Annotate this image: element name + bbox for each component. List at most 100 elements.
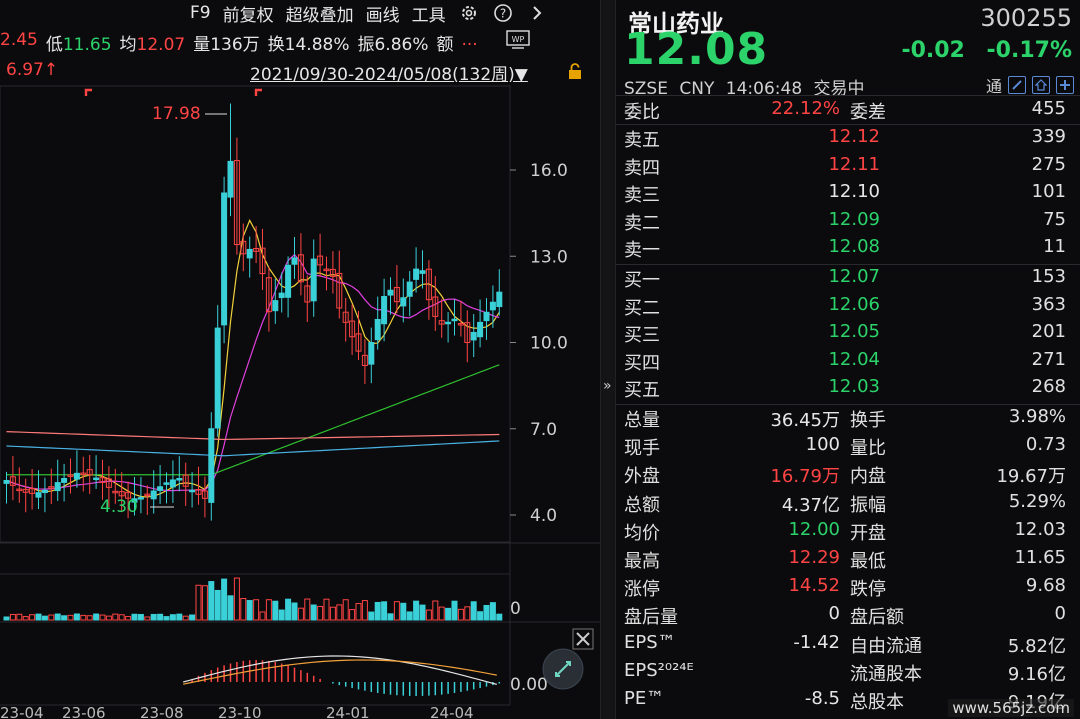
collapse-icon[interactable]: » (603, 378, 612, 394)
volume-bar (272, 600, 279, 621)
volume-bar (445, 607, 452, 621)
edit-icon[interactable] (1008, 76, 1026, 94)
sell-price: 12.09 (828, 208, 880, 230)
volume-bar (169, 614, 176, 621)
candle-body (169, 479, 176, 488)
sell-volume: 275 (1031, 153, 1066, 175)
panel-divider[interactable]: » (600, 0, 616, 719)
volume-bar (413, 600, 420, 621)
volume-bar (259, 611, 266, 621)
expand-icon[interactable] (542, 648, 584, 694)
buy-row[interactable]: 买一 12.07 153 (616, 266, 1080, 293)
buy-row[interactable]: 买四 12.04 271 (616, 349, 1080, 376)
stat-label: EPS™ (624, 631, 676, 653)
stat-value: 0 (1054, 603, 1066, 625)
volume-bar (253, 599, 260, 621)
tong-label[interactable]: 通 (986, 73, 1002, 97)
candle-body (93, 477, 100, 481)
stat-value: 9.16亿 (1007, 663, 1066, 685)
stat-value: 11.65 (1014, 547, 1066, 568)
stat-row: EPS™ -1.42 自由流通 5.82亿 (616, 632, 1080, 659)
stat-value: 19.67万 (996, 466, 1066, 488)
low-annotation: 4.30 (100, 497, 138, 517)
candle-body (477, 321, 484, 338)
commission-ratio-value: 22.12% (771, 98, 840, 119)
y-tick-label: 10.0 (530, 334, 568, 354)
add-icon[interactable] (1056, 76, 1074, 94)
candle-body (400, 297, 407, 307)
sell-row[interactable]: 卖三 12.10 101 (616, 181, 1080, 208)
stat-value: 9.68 (1025, 575, 1066, 597)
panel-icons: 通 (986, 73, 1074, 97)
volume-bar (387, 613, 394, 621)
buy-volume: 271 (1031, 348, 1066, 370)
volume-bar (41, 615, 48, 621)
change-value: -0.02 (901, 38, 965, 63)
home-icon[interactable] (1032, 76, 1050, 94)
candle-body (496, 291, 503, 308)
candle-body (374, 319, 381, 341)
stat-value: 12.03 (1014, 518, 1066, 540)
buy-price: 12.06 (828, 293, 880, 315)
stat-row: 总额 4.37亿 振幅 5.29% (616, 491, 1080, 518)
sell-volume: 339 (1031, 126, 1066, 147)
stat-value: 100 (805, 434, 840, 456)
buy-price: 12.07 (828, 266, 880, 287)
volume-bar (67, 614, 74, 621)
stat-value: 5.82亿 (1007, 635, 1066, 657)
volume-bar (246, 600, 253, 621)
y-tick-label: 4.0 (530, 506, 557, 526)
candle-body (489, 301, 496, 311)
stat-label: 跌停 (850, 579, 886, 601)
candle-body (61, 478, 68, 483)
candle-body (470, 331, 477, 341)
stat-label: EPS²⁰²⁴ᴱ (624, 659, 694, 681)
volume-bar (227, 595, 234, 621)
sell-row[interactable]: 卖一 12.08 11 (616, 236, 1080, 263)
stat-value: -8.5 (804, 688, 840, 709)
volume-bar (112, 613, 119, 621)
stat-label: 盘后额 (850, 607, 904, 629)
sell-row[interactable]: 卖五 12.12 339 (616, 126, 1080, 153)
buy-level-label: 买五 (624, 380, 660, 402)
stat-value: 0 (828, 603, 840, 625)
stat-value: 36.45万 (770, 410, 840, 431)
sell-row[interactable]: 卖四 12.11 275 (616, 154, 1080, 181)
commission-ratio-label: 委比 (624, 102, 660, 123)
stat-row: 均价 12.00 开盘 12.03 (616, 519, 1080, 546)
buy-row[interactable]: 买五 12.03 268 (616, 376, 1080, 403)
volume-bar (317, 605, 324, 621)
volume-bar (483, 604, 490, 621)
buy-level-label: 买二 (624, 297, 660, 319)
buy-row[interactable]: 买二 12.06 363 (616, 294, 1080, 321)
volume-bar (176, 613, 183, 621)
candle-body (208, 428, 215, 503)
volume-bar (297, 607, 304, 621)
sell-level-label: 卖五 (624, 130, 660, 151)
volume-bar (381, 601, 388, 621)
volume-bar (73, 613, 80, 621)
stat-label: 最高 (624, 551, 660, 572)
event-marker (254, 88, 262, 96)
volume-bar (80, 614, 87, 621)
stat-label: 总量 (624, 410, 660, 431)
volume-bar (355, 603, 362, 621)
volume-bar (342, 599, 349, 621)
candle-body (163, 482, 170, 485)
commission-diff-label: 委差 (850, 102, 886, 123)
candle-body (278, 292, 285, 299)
buy-price: 12.03 (828, 376, 880, 398)
stat-row: 总量 36.45万 换手 3.98% (616, 406, 1080, 433)
kline-chart[interactable]: 16.013.010.07.04.017.984.3000.0023-04 23-… (0, 0, 600, 719)
volume-bar (54, 613, 61, 621)
high-annotation: 17.98 (152, 104, 201, 124)
sell-row[interactable]: 卖二 12.09 75 (616, 209, 1080, 236)
buy-row[interactable]: 买三 12.05 201 (616, 321, 1080, 348)
stat-value: 0.73 (1025, 434, 1066, 456)
candle-body (246, 248, 253, 259)
volume-bar (451, 600, 458, 621)
sell-price: 12.08 (828, 236, 880, 258)
divider (616, 264, 1080, 265)
sell-level-label: 卖一 (624, 240, 660, 262)
volume-bar (374, 601, 381, 621)
